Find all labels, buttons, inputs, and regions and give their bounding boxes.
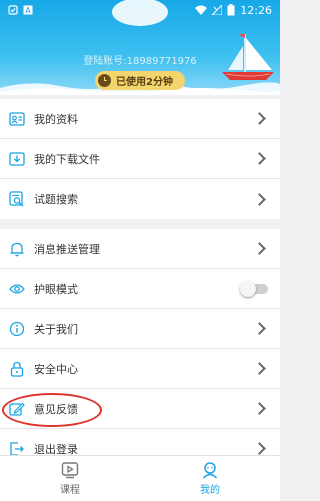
- menu-item-label: 我的下载文件: [34, 152, 100, 166]
- menu-item-label: 试题搜索: [34, 193, 78, 206]
- chevron-right-icon: [253, 402, 266, 415]
- menu-item-push-notifications[interactable]: 消息推送管理: [0, 229, 280, 269]
- svg-text:A: A: [25, 6, 31, 15]
- chevron-right-icon: [253, 192, 266, 206]
- menu-item-eye-protection: 护眼模式: [0, 269, 280, 309]
- a-badge-icon: A: [23, 5, 33, 15]
- lock-icon: [8, 360, 26, 378]
- edit-icon: [8, 400, 26, 418]
- bell-icon: [8, 240, 26, 258]
- notification-icon: [8, 5, 18, 15]
- chevron-right-icon: [253, 112, 266, 125]
- status-time: 12:26: [240, 3, 272, 17]
- menu-item-my-profile[interactable]: 我的资料: [0, 99, 280, 139]
- clock-icon: [98, 74, 111, 87]
- menu-item-label: 护眼模式: [34, 282, 78, 296]
- usage-time-badge: 已使用2分钟: [95, 71, 185, 90]
- eye-icon: [8, 280, 26, 298]
- chevron-right-icon: [253, 322, 266, 335]
- account-number: 登陆账号:18989771976: [83, 56, 197, 67]
- menu-item-label: 消息推送管理: [34, 242, 100, 256]
- menu-item-label: 我的资料: [34, 112, 78, 126]
- menu-item-label: 意见反馈: [34, 402, 78, 416]
- toggle-knob: [240, 280, 256, 297]
- menu-section-2: 消息推送管理 护眼模式 关于我们 安全中心 意见反馈 退出登录: [0, 229, 280, 469]
- person-icon: [202, 462, 218, 479]
- no-signal-icon: [212, 5, 223, 15]
- tab-mine[interactable]: 我的: [140, 456, 280, 501]
- bottom-tab-bar: 课程 我的: [0, 455, 280, 501]
- menu-item-label: 安全中心: [34, 362, 78, 376]
- download-folder-icon: [8, 150, 26, 168]
- chevron-right-icon: [253, 362, 266, 375]
- tab-courses[interactable]: 课程: [0, 456, 140, 501]
- usage-time-text: 已使用2分钟: [116, 77, 173, 88]
- info-icon: [8, 320, 26, 338]
- status-bar: A 12:26: [0, 0, 280, 20]
- search-document-icon: [8, 190, 26, 208]
- menu-item-security-center[interactable]: 安全中心: [0, 349, 280, 389]
- menu-item-about-us[interactable]: 关于我们: [0, 309, 280, 349]
- tab-label: 课程: [60, 485, 80, 496]
- wifi-icon: [195, 5, 208, 15]
- chevron-right-icon: [253, 442, 266, 455]
- menu-item-feedback[interactable]: 意见反馈: [0, 389, 280, 429]
- chevron-right-icon: [253, 152, 266, 165]
- menu-section-1: 我的资料 我的下载文件 试题搜索: [0, 99, 280, 219]
- battery-icon: [227, 4, 235, 16]
- profile-card-icon: [8, 110, 26, 128]
- menu-item-my-downloads[interactable]: 我的下载文件: [0, 139, 280, 179]
- tab-label: 我的: [200, 485, 220, 496]
- chevron-right-icon: [253, 242, 266, 255]
- eye-protection-toggle[interactable]: [240, 280, 268, 297]
- menu-item-label: 关于我们: [34, 322, 78, 336]
- play-video-icon: [61, 462, 79, 479]
- menu-item-question-search[interactable]: 试题搜索: [0, 179, 280, 219]
